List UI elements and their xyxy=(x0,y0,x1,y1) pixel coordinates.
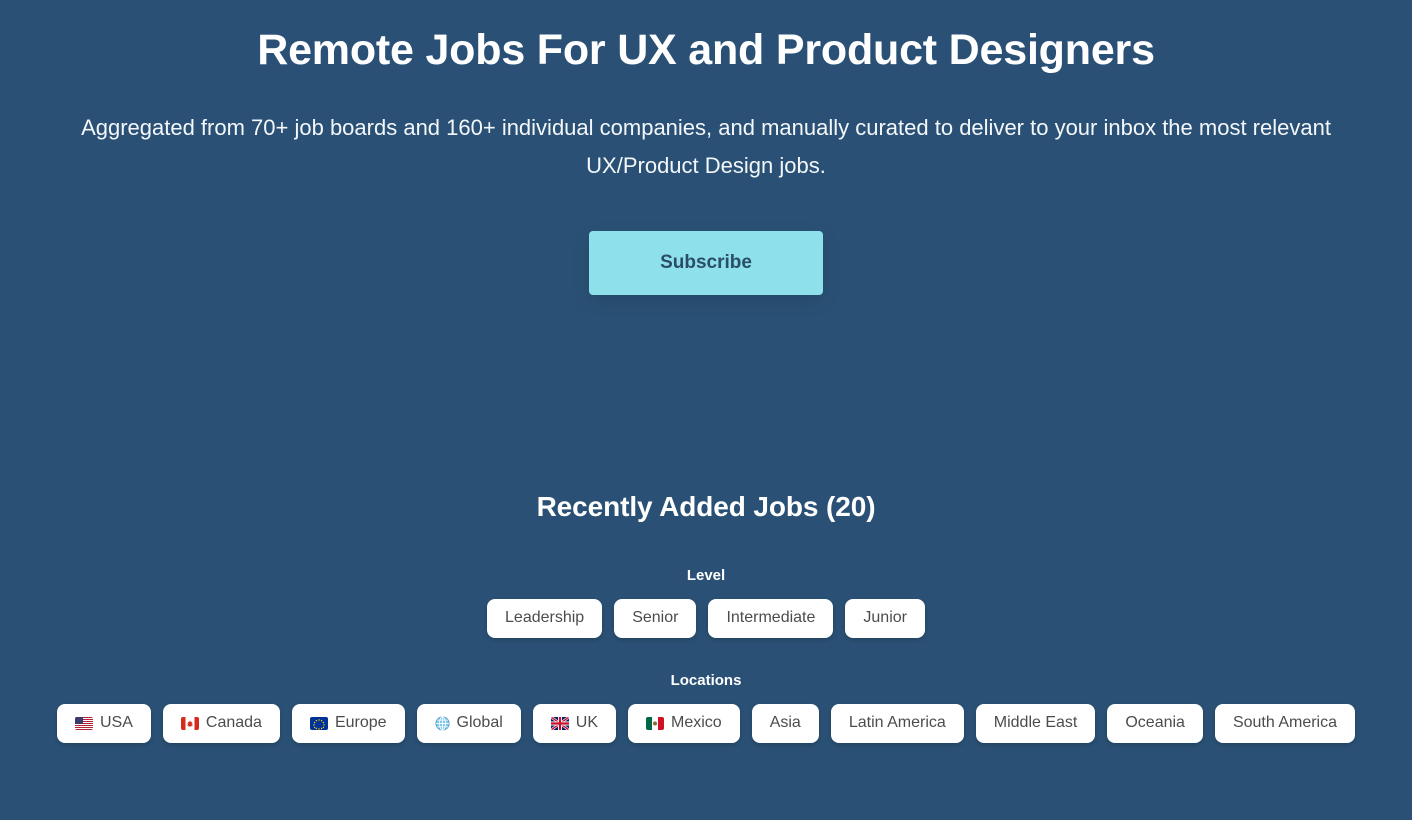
flag-uk-icon xyxy=(550,716,569,730)
chip-label: USA xyxy=(99,714,133,732)
subscribe-button[interactable]: Subscribe xyxy=(589,231,823,296)
chip-label: Intermediate xyxy=(726,609,816,627)
chip-label: Europe xyxy=(334,714,387,732)
level-chip-row: Leadership Senior Intermediate Junior xyxy=(0,599,1412,639)
locations-chip-row: USA Canada Europe Global UK Mexico Asia Latin A… xyxy=(0,704,1412,744)
chip-locations-latin-america[interactable]: Latin America xyxy=(830,704,964,744)
chip-label: Leadership xyxy=(505,609,585,627)
flag-mexico-icon xyxy=(646,716,665,730)
chip-locations-global[interactable]: Global xyxy=(416,704,521,744)
chip-level-senior[interactable]: Senior xyxy=(614,599,697,639)
chip-label: Junior xyxy=(863,609,907,627)
chip-label: Global xyxy=(456,714,503,732)
recently-added-jobs-section: Recently Added Jobs (20) Level Leadershi… xyxy=(0,491,1412,744)
chip-locations-uk[interactable]: UK xyxy=(532,704,617,744)
hero-section: Remote Jobs For UX and Product Designers… xyxy=(0,0,1412,296)
chip-locations-asia[interactable]: Asia xyxy=(751,704,819,744)
filter-label-locations: Locations xyxy=(670,672,742,690)
flag-canada-icon xyxy=(180,716,199,730)
chip-label: Oceania xyxy=(1125,714,1185,732)
chip-locations-south-america[interactable]: South America xyxy=(1214,704,1356,744)
chip-level-junior[interactable]: Junior xyxy=(845,599,925,639)
chip-locations-europe[interactable]: Europe xyxy=(291,704,405,744)
recently-added-jobs-heading: Recently Added Jobs (20) xyxy=(536,491,876,523)
chip-locations-middle-east[interactable]: Middle East xyxy=(975,704,1096,744)
flag-usa-icon xyxy=(74,716,93,730)
chip-label: Latin America xyxy=(848,714,946,732)
hero-subtitle: Aggregated from 70+ job boards and 160+ … xyxy=(81,115,1331,179)
chip-label: Senior xyxy=(632,609,679,627)
page-root: Remote Jobs For UX and Product Designers… xyxy=(0,0,1412,820)
chip-level-intermediate[interactable]: Intermediate xyxy=(708,599,834,639)
chip-level-leadership[interactable]: Leadership xyxy=(487,599,603,639)
chip-label: Canada xyxy=(205,714,262,732)
chip-label: South America xyxy=(1232,714,1338,732)
page-title: Remote Jobs For UX and Product Designers xyxy=(257,26,1155,74)
subscribe-button-container: Subscribe xyxy=(0,231,1412,296)
chip-label: UK xyxy=(575,714,599,732)
filter-group-locations: Locations USA Canada Europe Global UK Mexico A… xyxy=(0,672,1412,744)
chip-label: Mexico xyxy=(671,714,722,732)
chip-locations-mexico[interactable]: Mexico xyxy=(628,704,740,744)
chip-locations-oceania[interactable]: Oceania xyxy=(1107,704,1203,744)
filter-group-level: Level Leadership Senior Intermediate Junior xyxy=(0,567,1412,639)
chip-label: Asia xyxy=(769,714,801,732)
flag-europe-icon xyxy=(309,716,328,730)
filter-label-level: Level xyxy=(686,567,726,585)
chip-locations-usa[interactable]: USA xyxy=(56,704,151,744)
chip-label: Middle East xyxy=(993,714,1078,732)
chip-locations-canada[interactable]: Canada xyxy=(162,704,280,744)
globe-icon xyxy=(435,716,450,731)
